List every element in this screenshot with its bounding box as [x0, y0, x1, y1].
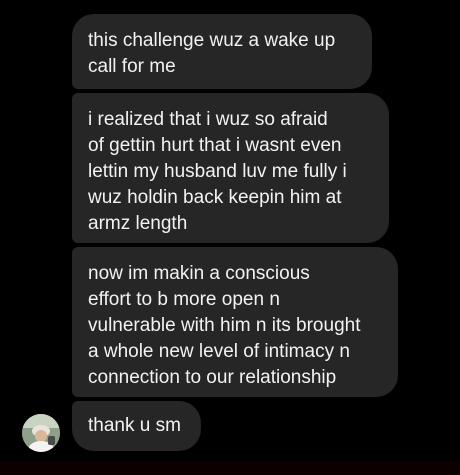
message-text-line: thank u sm — [88, 415, 181, 436]
message-thread: this challenge wuz a wake up call for me… — [0, 0, 460, 475]
sender-avatar[interactable] — [22, 414, 60, 452]
message-text-line: wuz holdin back keepin him at — [88, 187, 342, 208]
message-text-line: armz length — [88, 213, 188, 234]
message-text-line: this challenge wuz a wake up — [88, 30, 336, 51]
message-text-line: lettin my husband luv me fully i — [88, 161, 347, 182]
message-text-line: now im makin a conscious — [88, 263, 310, 284]
message-text-line: effort to b more open n — [88, 289, 280, 310]
message-text-line: of gettin hurt that i wasnt even — [88, 135, 342, 156]
message-text-line: a whole new level of intimacy n — [88, 341, 350, 362]
message-bubble[interactable]: thank u sm — [72, 401, 201, 451]
message-text-line: vulnerable with him n its brought — [88, 315, 361, 336]
message-text-line: call for me — [88, 56, 176, 77]
message-text-line: connection to our relationship — [88, 367, 337, 388]
profile-photo-avatar-icon — [22, 414, 60, 452]
message-bubble[interactable]: this challenge wuz a wake up call for me — [72, 14, 372, 89]
message-bubble[interactable]: now im makin a conscious effort to b mor… — [72, 247, 398, 397]
message-bubble[interactable]: i realized that i wuz so afraid of getti… — [72, 93, 389, 243]
message-text-line: i realized that i wuz so afraid — [88, 109, 328, 130]
bottom-divider — [0, 462, 460, 475]
